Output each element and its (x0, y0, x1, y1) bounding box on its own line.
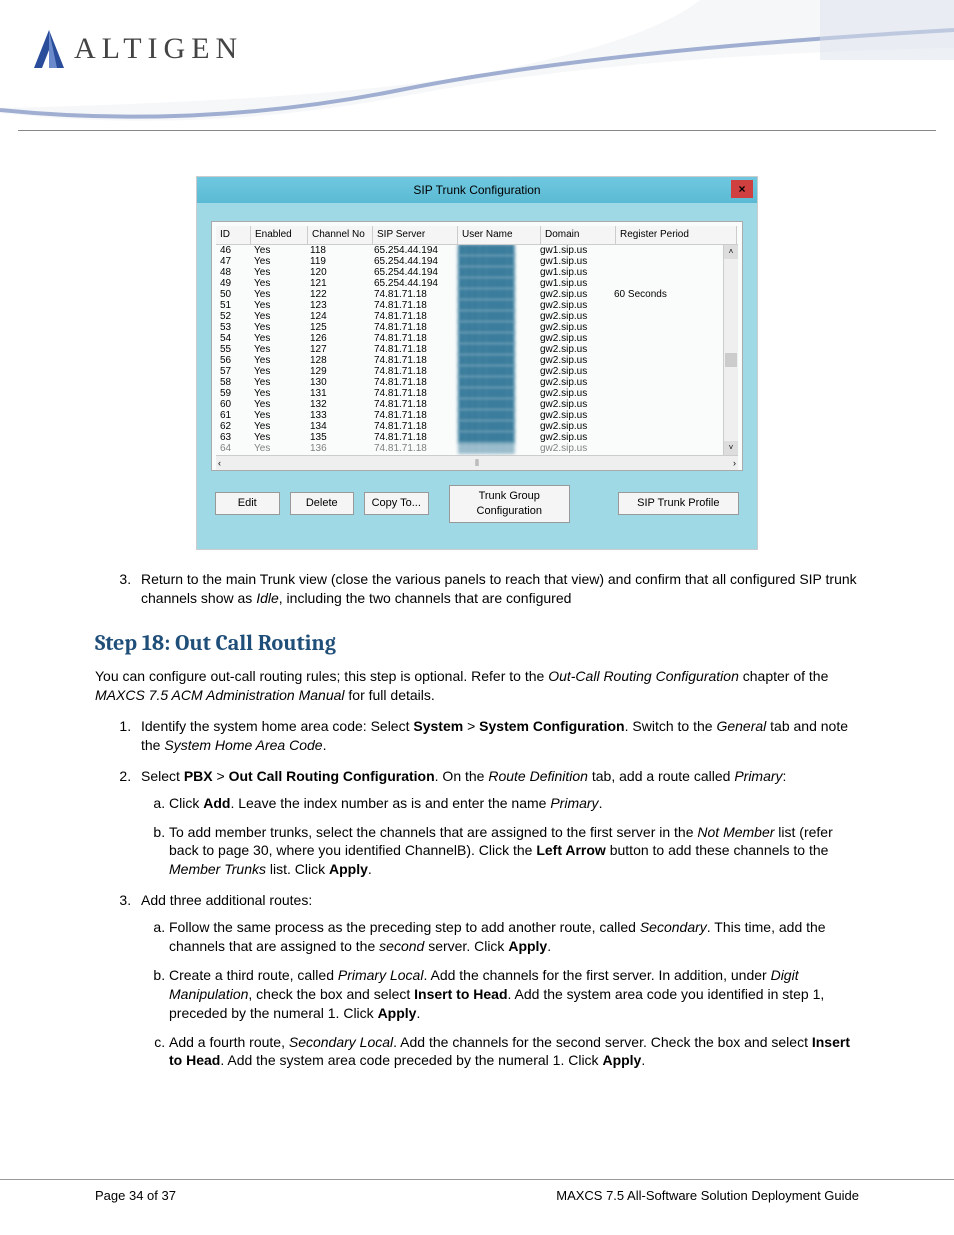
close-icon: × (738, 181, 745, 197)
list-item: Add a fourth route, Secondary Local. Add… (169, 1033, 859, 1071)
sub-list: Click Add. Leave the index number as is … (141, 794, 859, 880)
sip-trunk-profile-button[interactable]: SIP Trunk Profile (618, 492, 739, 515)
step-heading: Step 18: Out Call Routing (95, 629, 859, 659)
sip-trunk-config-dialog: SIP Trunk Configuration × ID Enabled Cha… (196, 176, 758, 550)
table-panel: ID Enabled Channel No SIP Server User Na… (211, 221, 743, 471)
list-item: Select PBX > Out Call Routing Configurat… (135, 767, 859, 879)
footer-title: MAXCS 7.5 All-Software Solution Deployme… (556, 1180, 859, 1203)
close-button[interactable]: × (731, 180, 753, 198)
cell-sip: 74.81.71.18 (370, 442, 454, 455)
dialog-body: ID Enabled Channel No SIP Server User Na… (197, 203, 757, 549)
page-footer: Page 34 of 37 MAXCS 7.5 All-Software Sol… (0, 1179, 954, 1203)
cell-domain: gw2.sip.us (536, 442, 610, 455)
logo-text: ALTIGEN (74, 32, 243, 66)
dialog-title: SIP Trunk Configuration (197, 182, 757, 198)
cell-channel: 136 (306, 442, 370, 455)
col-channel[interactable]: Channel No (308, 226, 373, 244)
cell-id: 64 (216, 442, 250, 455)
col-username[interactable]: User Name (458, 226, 541, 244)
list-item: To add member trunks, select the channel… (169, 823, 859, 880)
col-sipserver[interactable]: SIP Server (373, 226, 458, 244)
scroll-down-icon[interactable]: ˅ (724, 441, 738, 455)
logo-icon (30, 28, 68, 70)
table-header-row: ID Enabled Channel No SIP Server User Na… (216, 226, 738, 245)
list-item: Create a third route, called Primary Loc… (169, 966, 859, 1023)
table-body[interactable]: 46Yes11865.254.44.194████████gw1.sip.us4… (216, 245, 738, 455)
col-domain[interactable]: Domain (541, 226, 616, 244)
scroll-thumb[interactable] (725, 353, 737, 367)
vertical-scrollbar[interactable]: ˄ ˅ (723, 245, 738, 455)
page-header: ALTIGEN (0, 0, 954, 130)
list-item: Follow the same process as the preceding… (169, 918, 859, 956)
col-enabled[interactable]: Enabled (251, 226, 308, 244)
scroll-up-icon[interactable]: ˄ (724, 245, 738, 259)
cell-user: ████████ (454, 442, 536, 455)
delete-button[interactable]: Delete (290, 492, 355, 515)
copyto-button[interactable]: Copy To... (364, 492, 429, 515)
list-item: Click Add. Leave the index number as is … (169, 794, 859, 813)
cell-enabled: Yes (250, 442, 306, 455)
dialog-button-row: Edit Delete Copy To... Trunk Group Confi… (211, 471, 743, 535)
list-item: Return to the main Trunk view (close the… (135, 570, 859, 608)
intro-paragraph: You can configure out-call routing rules… (95, 667, 859, 705)
continued-list: Return to the main Trunk view (close the… (95, 570, 859, 608)
step18-list: Identify the system home area code: Sele… (95, 717, 859, 1070)
col-id[interactable]: ID (216, 226, 251, 244)
edit-button[interactable]: Edit (215, 492, 280, 515)
dialog-titlebar[interactable]: SIP Trunk Configuration × (197, 177, 757, 203)
list-item: Identify the system home area code: Sele… (135, 717, 859, 755)
trunk-group-config-button[interactable]: Trunk Group Configuration (449, 485, 570, 523)
col-register[interactable]: Register Period (616, 226, 737, 244)
sub-list: Follow the same process as the preceding… (141, 918, 859, 1070)
hscroll-mid-icon: ⦀ (221, 457, 733, 469)
footer-page: Page 34 of 37 (95, 1180, 176, 1203)
logo: ALTIGEN (30, 28, 243, 70)
cell-register: 60 Seconds (610, 288, 730, 302)
horizontal-scrollbar[interactable]: ‹ ⦀ › (216, 455, 738, 470)
list-item: Add three additional routes: Follow the … (135, 891, 859, 1070)
table-row[interactable]: 64Yes13674.81.71.18████████gw2.sip.us (216, 443, 738, 454)
scroll-right-icon[interactable]: › (733, 457, 736, 469)
